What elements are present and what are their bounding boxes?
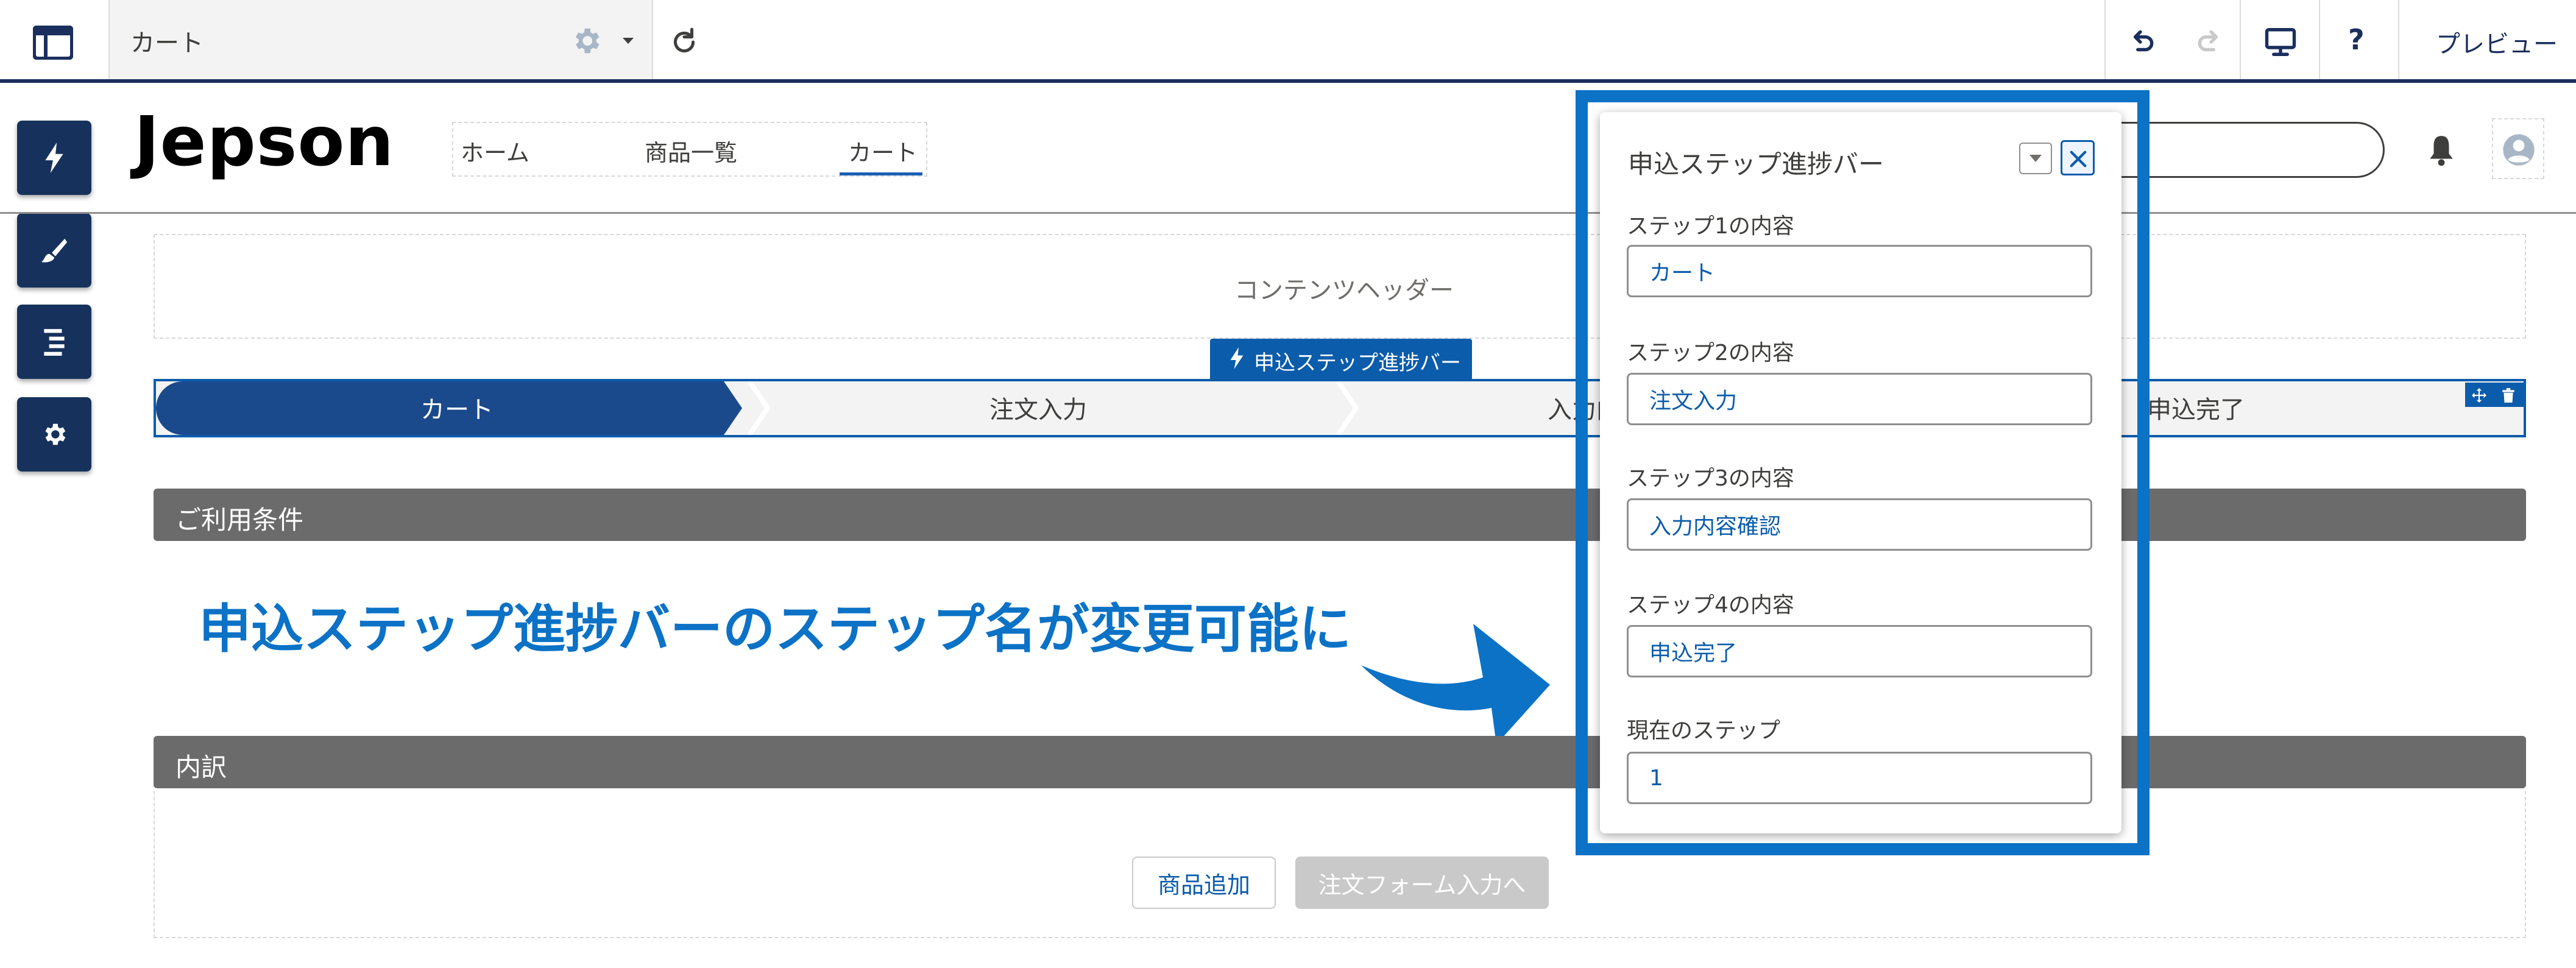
nav-active-indicator	[840, 172, 922, 175]
panel-title: 申込ステップ進捗バー	[1628, 149, 1884, 179]
close-icon	[2070, 150, 2087, 168]
component-tag[interactable]: 申込ステップ進捗バー	[1210, 339, 1472, 379]
to-order-form-button[interactable]: 注文フォーム入力へ	[1295, 857, 1549, 909]
step-1-label: カート	[420, 396, 494, 424]
step2-content-field[interactable]	[1627, 373, 2092, 425]
lightning-icon	[1230, 347, 1244, 369]
move-icon[interactable]	[2471, 387, 2487, 403]
trash-icon[interactable]	[2500, 387, 2516, 403]
panel-close-button[interactable]	[2061, 140, 2095, 175]
layout-button[interactable]	[0, 0, 110, 79]
nav-item-cart[interactable]: カート	[848, 134, 918, 168]
step1-field-label: ステップ1の内容	[1627, 214, 1794, 239]
terms-section-header	[154, 489, 2526, 541]
refresh-icon	[673, 27, 695, 53]
header-divider	[0, 212, 2576, 214]
component-actions	[2465, 383, 2524, 407]
step3-field-label: ステップ3の内容	[1627, 466, 1794, 491]
user-menu[interactable]	[2492, 118, 2544, 179]
terms-section-title: ご利用条件	[175, 505, 304, 535]
desktop-icon	[2265, 28, 2296, 56]
breakdown-section-header	[154, 736, 2526, 788]
step-4-label: 申込完了	[2147, 396, 2245, 424]
device-button[interactable]	[2240, 0, 2319, 79]
lightning-icon	[45, 143, 63, 173]
step2-field-label: ステップ2の内容	[1627, 341, 1794, 366]
theme-button[interactable]	[17, 213, 91, 288]
nav-item-home[interactable]: ホーム	[461, 134, 529, 168]
undo-icon[interactable]	[2126, 27, 2157, 57]
settings-icon	[45, 423, 66, 445]
caret-down-icon	[2029, 155, 2042, 162]
annotation-text: 申込ステップ進捗バーのステップ名が変更可能に	[199, 599, 1351, 660]
page-structure-button[interactable]	[17, 305, 91, 379]
avatar-icon	[2503, 134, 2535, 166]
breakdown-section-title: 内訳	[175, 752, 227, 782]
current-step-field[interactable]	[1627, 752, 2092, 804]
step-2-label: 注文入力	[989, 396, 1087, 424]
page-title: カート	[130, 29, 203, 57]
help-button[interactable]: ?	[2319, 0, 2398, 79]
step4-field-label: ステップ4の内容	[1627, 593, 1794, 618]
nav-item-products[interactable]: 商品一覧	[645, 134, 737, 168]
arrow-icon	[1361, 624, 1550, 744]
step1-content-field[interactable]	[1627, 245, 2092, 297]
settings-button[interactable]	[17, 397, 91, 472]
refresh-button[interactable]	[653, 0, 720, 79]
step4-content-field[interactable]	[1627, 625, 2092, 677]
add-product-button[interactable]: 商品追加	[1132, 857, 1276, 909]
redo-icon[interactable]	[2195, 27, 2225, 57]
component-tag-label: 申込ステップ進捗バー	[1254, 351, 1461, 375]
help-icon: ?	[2348, 23, 2365, 56]
components-button[interactable]	[17, 121, 91, 195]
preview-label: プレビュー	[2436, 30, 2558, 58]
layout-icon	[33, 26, 73, 60]
step3-content-field[interactable]	[1627, 498, 2092, 551]
content-header-label: コンテンツヘッダー	[1234, 277, 1454, 305]
brush-icon	[41, 238, 68, 263]
current-step-field-label: 現在のステップ	[1627, 718, 1781, 743]
site-logo[interactable]: Jepson	[134, 102, 394, 182]
panel-menu-button[interactable]	[2019, 143, 2052, 174]
gear-icon[interactable]	[570, 24, 603, 57]
undo-redo-group	[2104, 0, 2240, 79]
list-icon	[44, 329, 65, 356]
caret-down-icon[interactable]	[621, 37, 635, 45]
bell-icon[interactable]	[2426, 133, 2457, 167]
